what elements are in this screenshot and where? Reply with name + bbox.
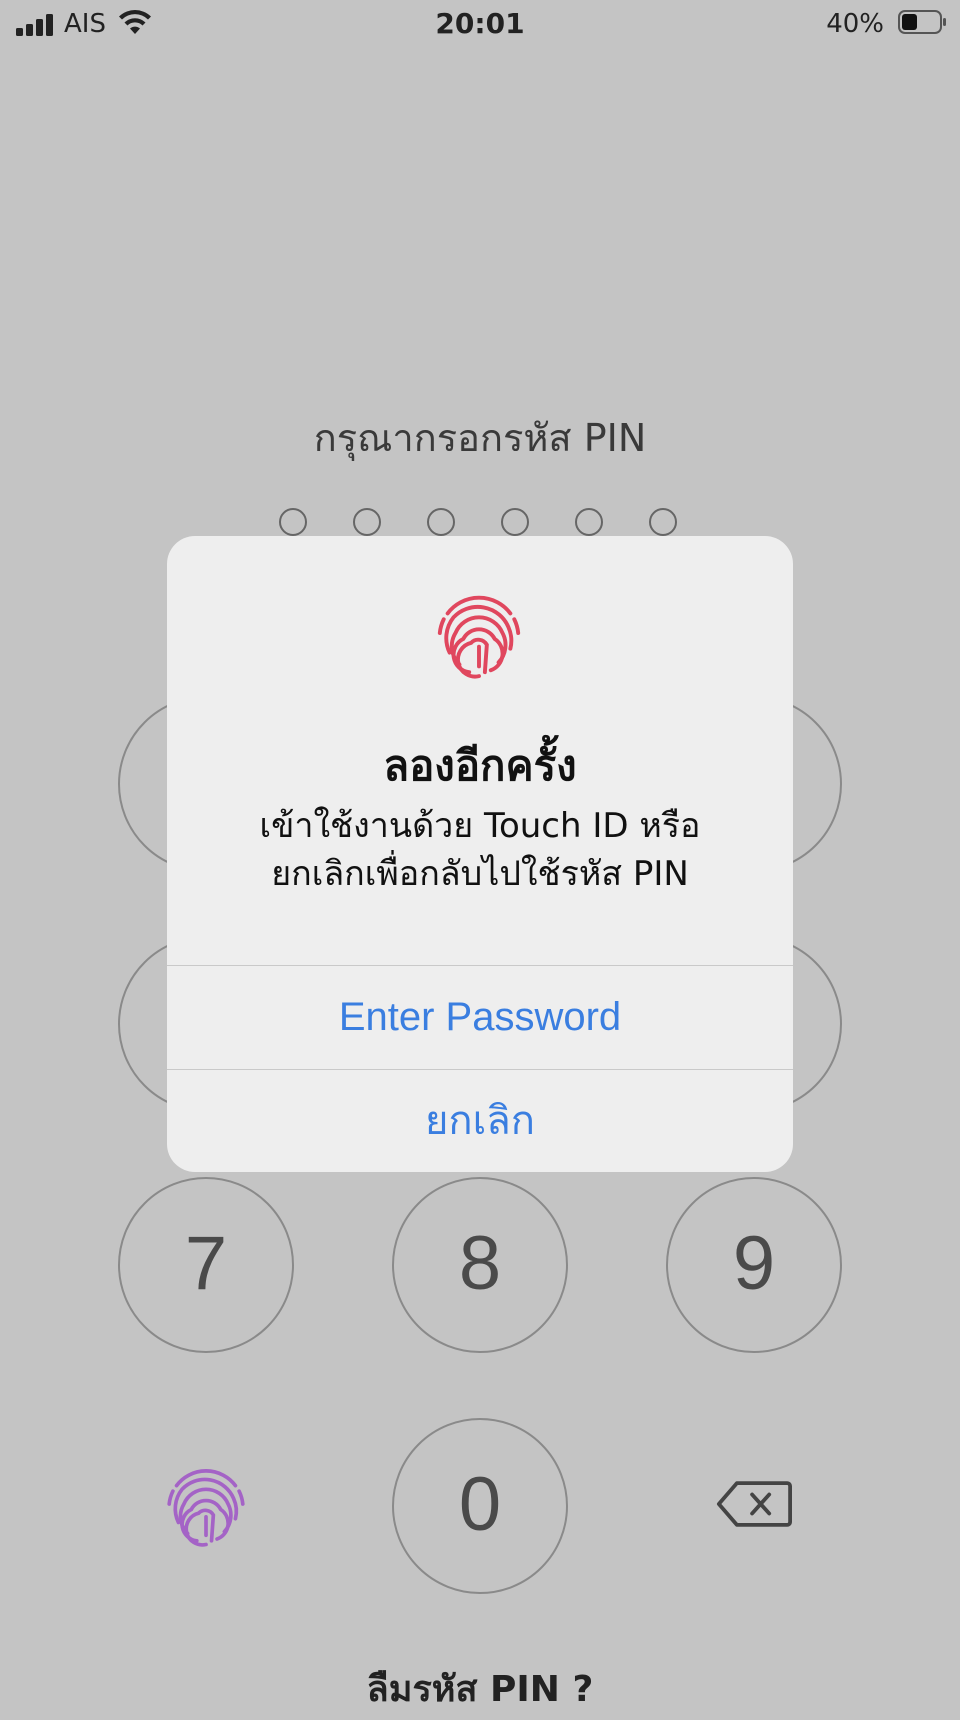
alert-message-line: เข้าใช้งานด้วย Touch ID หรือ: [259, 806, 701, 846]
key-9[interactable]: 9: [666, 1177, 842, 1353]
clock-time: 20:01: [435, 7, 525, 40]
touch-id-alert: ลองอีกครั้ง เข้าใช้งานด้วย Touch ID หรือ…: [167, 536, 793, 1172]
battery-icon: [898, 10, 946, 34]
fingerprint-icon[interactable]: [160, 1458, 252, 1550]
key-8[interactable]: 8: [392, 1177, 568, 1353]
pin-prompt-title: กรุณากรอกรหัส PIN: [313, 416, 647, 460]
pin-dot: [501, 508, 529, 536]
key-0[interactable]: 0: [392, 1418, 568, 1594]
pin-dot: [575, 508, 603, 536]
pin-dot: [279, 508, 307, 536]
cancel-button[interactable]: ยกเลิก: [167, 1070, 793, 1172]
fingerprint-icon: [437, 595, 521, 679]
pin-dot: [353, 508, 381, 536]
battery-percentage: 40%: [826, 9, 884, 39]
status-bar: AIS 20:01 40%: [0, 0, 960, 48]
forgot-pin-link[interactable]: ลืมรหัส PIN ?: [0, 1660, 960, 1720]
backspace-icon[interactable]: [716, 1480, 792, 1528]
pin-lock-screen: AIS 20:01 40% กรุณากรอกรหัส PIN 7 8 9 0: [0, 0, 960, 1710]
alert-message-line: ยกเลิกเพื่อกลับไปใช้รหัส PIN: [271, 854, 689, 894]
key-7[interactable]: 7: [118, 1177, 294, 1353]
pin-dot: [649, 508, 677, 536]
alert-message: เข้าใช้งานด้วย Touch ID หรือ ยกเลิกเพื่อ…: [207, 802, 753, 898]
pin-dot: [427, 508, 455, 536]
alert-title: ลองอีกครั้ง: [383, 741, 577, 790]
enter-password-button[interactable]: Enter Password: [167, 966, 793, 1068]
